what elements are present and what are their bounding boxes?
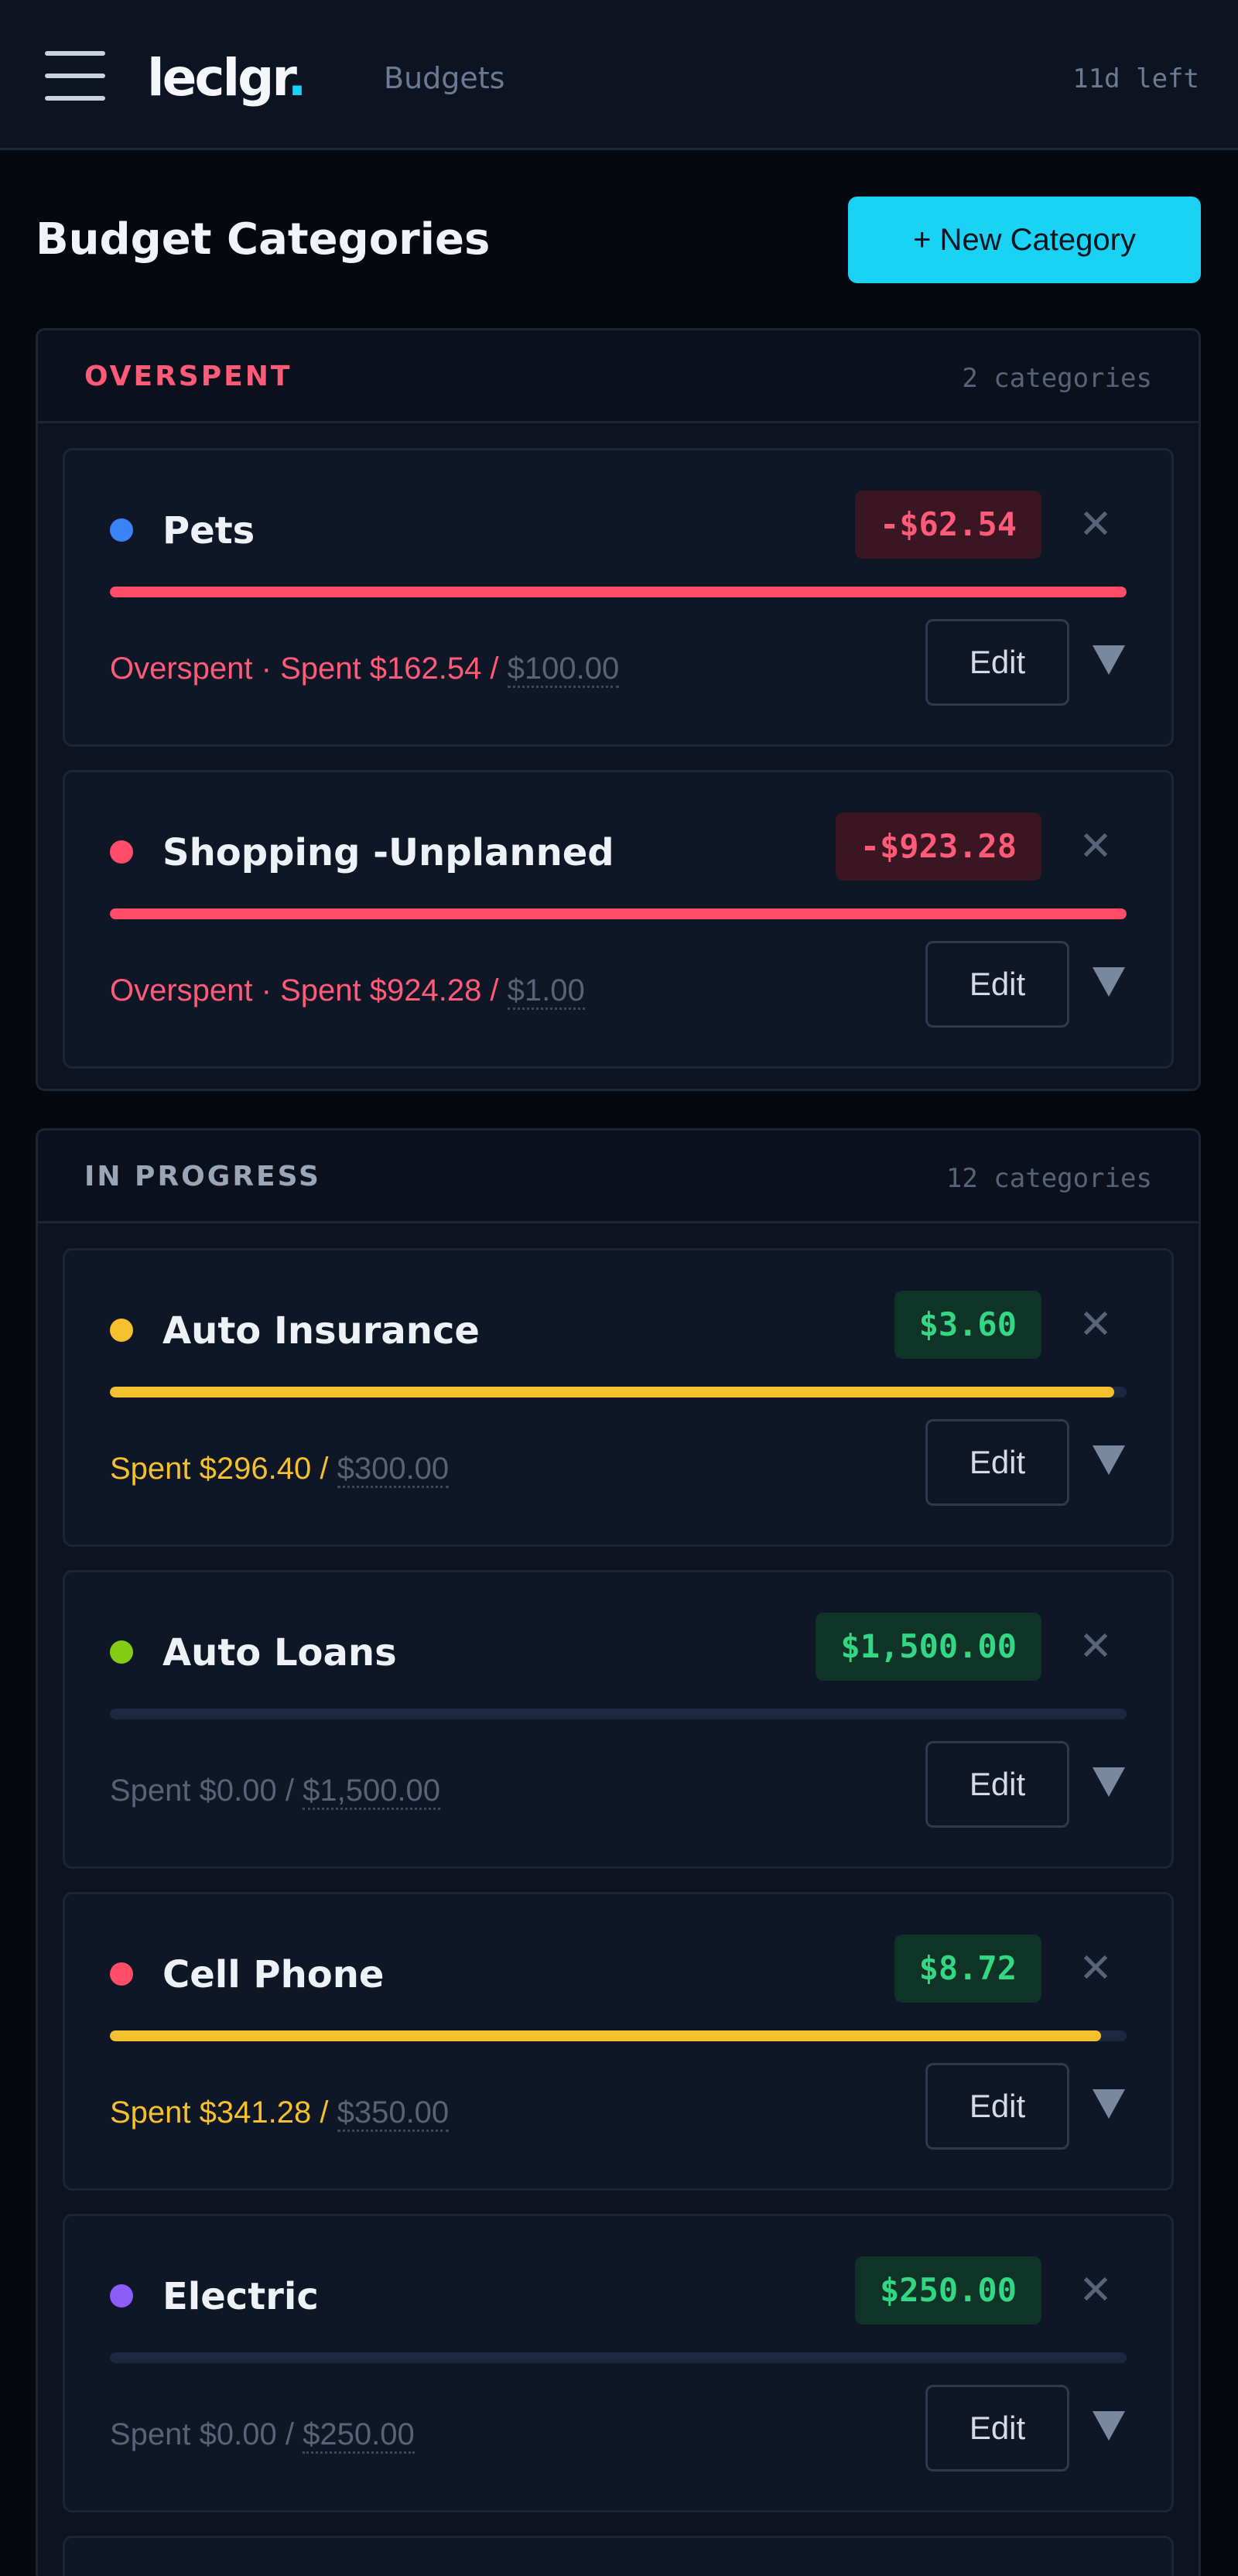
category-card: Electric $250.00 ✕ Spent $0.00 / $250.00… bbox=[63, 2214, 1174, 2513]
chevron-down-icon[interactable] bbox=[1093, 1445, 1125, 1475]
category-name: Auto Loans bbox=[162, 1631, 397, 1675]
progress-fill bbox=[110, 908, 1127, 919]
app-logo[interactable]: leclgr. bbox=[147, 43, 307, 113]
top-bar: leclgr. Budgets 11d left bbox=[0, 0, 1238, 150]
edit-button[interactable]: Edit bbox=[925, 941, 1069, 1028]
group-title: IN PROGRESS bbox=[84, 1161, 321, 1192]
spending-summary: Overspent · Spent $924.28 / $1.00 bbox=[110, 969, 585, 1012]
close-icon: ✕ bbox=[1079, 1302, 1113, 1348]
delete-category-button[interactable]: ✕ bbox=[1066, 1617, 1125, 1676]
edit-button[interactable]: Edit bbox=[925, 2063, 1069, 2150]
category-color-dot bbox=[110, 1640, 133, 1664]
category-name: Shopping -Unplanned bbox=[162, 831, 614, 874]
spending-summary: Spent $0.00 / $250.00 bbox=[110, 2413, 415, 2456]
category-name: Pets bbox=[162, 509, 255, 552]
close-icon: ✕ bbox=[1079, 501, 1113, 548]
days-left-label: 11d left bbox=[1072, 63, 1199, 94]
remaining-amount-badge: $8.72 bbox=[894, 1935, 1041, 2003]
chevron-down-icon[interactable] bbox=[1093, 967, 1125, 997]
close-icon: ✕ bbox=[1079, 1623, 1113, 1670]
new-category-button[interactable]: + New Category bbox=[848, 197, 1201, 283]
group-header: OVERSPENT 2 categories bbox=[38, 330, 1199, 423]
category-name: Electric bbox=[162, 2275, 319, 2318]
budget-amount-link[interactable]: $350.00 bbox=[337, 2095, 450, 2132]
progress-track bbox=[110, 1709, 1127, 1719]
progress-fill bbox=[110, 587, 1127, 597]
chevron-down-icon[interactable] bbox=[1093, 2089, 1125, 2119]
remaining-amount-badge: -$62.54 bbox=[854, 491, 1041, 559]
spending-summary: Spent $296.40 / $300.00 bbox=[110, 1447, 450, 1490]
chevron-down-icon[interactable] bbox=[1093, 2411, 1125, 2441]
remaining-amount-badge: -$923.28 bbox=[835, 812, 1041, 881]
category-name: Cell Phone bbox=[162, 1953, 385, 1996]
group-header: IN PROGRESS 12 categories bbox=[38, 1131, 1199, 1223]
delete-category-button[interactable]: ✕ bbox=[1066, 495, 1125, 554]
breadcrumb[interactable]: Budgets bbox=[384, 57, 504, 99]
edit-button[interactable]: Edit bbox=[925, 619, 1069, 706]
budget-amount-link[interactable]: $1,500.00 bbox=[303, 1774, 441, 1810]
delete-category-button[interactable]: ✕ bbox=[1066, 2261, 1125, 2320]
delete-category-button[interactable]: ✕ bbox=[1066, 1939, 1125, 1998]
spending-summary: Overspent · Spent $162.54 / $100.00 bbox=[110, 647, 620, 690]
delete-category-button[interactable]: ✕ bbox=[1066, 817, 1125, 876]
category-color-dot bbox=[110, 840, 133, 864]
budget-amount-link[interactable]: $100.00 bbox=[507, 652, 620, 688]
budget-amount-link[interactable]: $1.00 bbox=[507, 973, 585, 1010]
category-card: Pets -$62.54 ✕ Overspent · Spent $162.54… bbox=[63, 448, 1174, 747]
page-title: Budget Categories bbox=[36, 214, 491, 265]
category-color-dot bbox=[110, 2284, 133, 2307]
edit-button[interactable]: Edit bbox=[925, 1741, 1069, 1828]
close-icon: ✕ bbox=[1079, 1945, 1113, 1992]
remaining-amount-badge: $250.00 bbox=[854, 2256, 1041, 2325]
category-card: Shopping -Unplanned -$923.28 ✕ Overspent… bbox=[63, 770, 1174, 1069]
progress-track bbox=[110, 587, 1127, 597]
budget-amount-link[interactable]: $300.00 bbox=[337, 1452, 450, 1488]
progress-track bbox=[110, 908, 1127, 919]
chevron-down-icon[interactable] bbox=[1093, 1767, 1125, 1797]
progress-track bbox=[110, 2030, 1127, 2041]
category-color-dot bbox=[110, 518, 133, 542]
progress-track bbox=[110, 1387, 1127, 1397]
edit-button[interactable]: Edit bbox=[925, 1419, 1069, 1506]
progress-fill bbox=[110, 2030, 1102, 2041]
group-overspent: OVERSPENT 2 categories Pets -$62.54 ✕ Ov… bbox=[36, 328, 1201, 1091]
group-title: OVERSPENT bbox=[84, 361, 292, 392]
category-card bbox=[63, 2536, 1174, 2576]
delete-category-button[interactable]: ✕ bbox=[1066, 1295, 1125, 1354]
progress-track bbox=[110, 2352, 1127, 2363]
budget-amount-link[interactable]: $250.00 bbox=[303, 2417, 415, 2454]
remaining-amount-badge: $3.60 bbox=[894, 1291, 1041, 1359]
category-color-dot bbox=[110, 1962, 133, 1986]
edit-button[interactable]: Edit bbox=[925, 2385, 1069, 2472]
close-icon: ✕ bbox=[1079, 2267, 1113, 2314]
category-card: Auto Loans $1,500.00 ✕ Spent $0.00 / $1,… bbox=[63, 1570, 1174, 1869]
chevron-down-icon[interactable] bbox=[1093, 645, 1125, 675]
progress-fill bbox=[110, 1387, 1115, 1397]
group-in-progress: IN PROGRESS 12 categories Auto Insurance… bbox=[36, 1128, 1201, 2576]
category-color-dot bbox=[110, 1319, 133, 1342]
category-name: Auto Insurance bbox=[162, 1309, 480, 1353]
group-count: 2 categories bbox=[962, 363, 1152, 394]
menu-icon[interactable] bbox=[45, 51, 105, 101]
spending-summary: Spent $341.28 / $350.00 bbox=[110, 2091, 450, 2134]
remaining-amount-badge: $1,500.00 bbox=[816, 1613, 1041, 1681]
group-count: 12 categories bbox=[946, 1163, 1152, 1194]
close-icon: ✕ bbox=[1079, 823, 1113, 870]
category-card: Auto Insurance $3.60 ✕ Spent $296.40 / $… bbox=[63, 1248, 1174, 1547]
spending-summary: Spent $0.00 / $1,500.00 bbox=[110, 1769, 441, 1812]
category-card: Cell Phone $8.72 ✕ Spent $341.28 / $350.… bbox=[63, 1892, 1174, 2191]
